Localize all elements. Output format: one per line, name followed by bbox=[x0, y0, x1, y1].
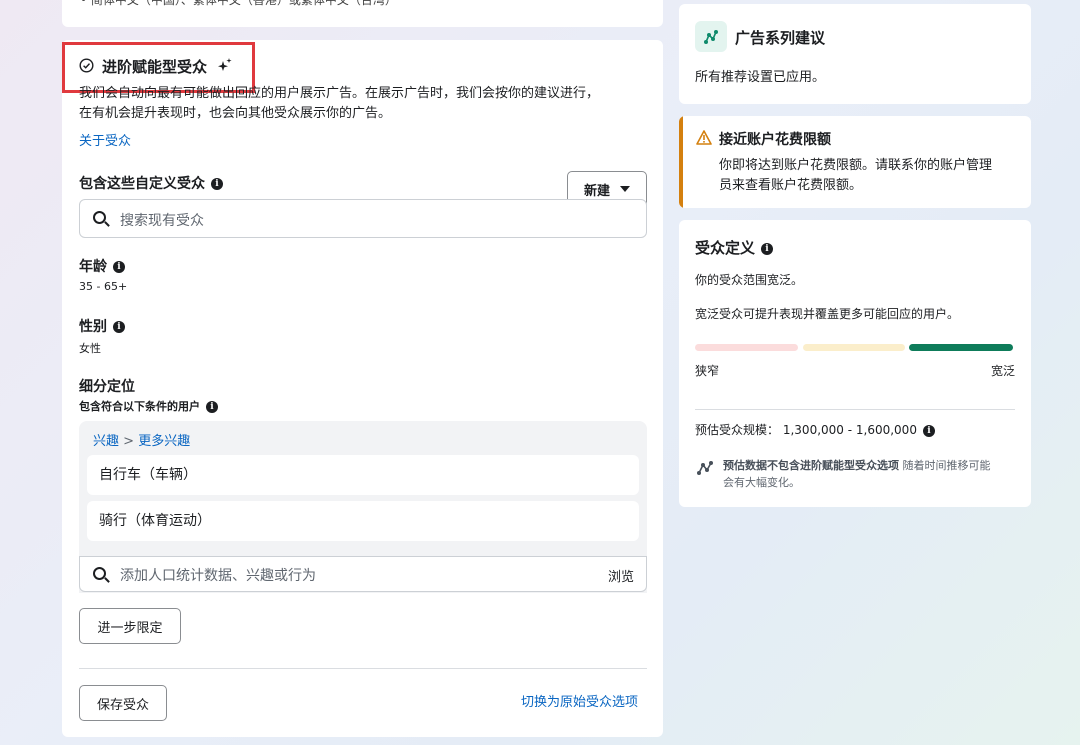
suggestion-body: 所有推荐设置已应用。 bbox=[695, 70, 826, 85]
audience-definition-explanation: 宽泛受众可提升表现并覆盖更多可能回应的用户。 bbox=[695, 307, 960, 321]
suggestion-title: 广告系列建议 bbox=[735, 29, 826, 47]
age-value: 35 - 65+ bbox=[79, 280, 128, 293]
trend-icon bbox=[697, 461, 713, 475]
audience-size-label: 预估受众规模： bbox=[695, 423, 780, 437]
audience-card: 进阶赋能型受众 我们会自动向最有可能做出回应的用户展示广告。在展示广告时，我们会… bbox=[62, 40, 663, 737]
custom-audience-label: 包含这些自定义受众 i bbox=[79, 173, 223, 193]
info-icon[interactable]: i bbox=[206, 401, 218, 413]
scale-broad-label: 宽泛 bbox=[990, 364, 1015, 378]
about-audience-link[interactable]: 关于受众 bbox=[79, 132, 131, 152]
estimate-note-line2: 会有大幅变化。 bbox=[723, 476, 800, 489]
audience-description-1: 我们会自动向最有可能做出回应的用户展示广告。在展示广告时，我们会按你的建议进行， bbox=[79, 86, 600, 101]
divider bbox=[695, 409, 1015, 410]
gender-label: 性别 i bbox=[79, 316, 125, 336]
sparkle-icon bbox=[218, 58, 232, 71]
breadcrumb-more-interests[interactable]: 更多兴趣 bbox=[138, 434, 190, 449]
switch-original-audience-link[interactable]: 切换为原始受众选项 bbox=[521, 693, 638, 713]
audience-size-row: 预估受众规模： 1,300,000 - 1,600,000 i bbox=[695, 420, 935, 440]
caret-down-icon bbox=[620, 186, 630, 192]
trend-icon bbox=[704, 30, 718, 44]
spend-limit-card: 接近账户花费限额 你即将达到账户花费限额。请联系你的账户管理 员来查看账户花费限… bbox=[679, 116, 1031, 208]
age-label-text: 年龄 bbox=[79, 259, 107, 275]
interest-item[interactable]: 骑行（体育运动） bbox=[87, 501, 639, 541]
spend-limit-body-1: 你即将达到账户花费限额。请联系你的账户管理 bbox=[719, 158, 993, 173]
scale-segment-broad bbox=[909, 344, 1013, 351]
audience-definition-title: 受众定义 i bbox=[695, 237, 774, 258]
language-text: • 简体中文（中国）、繁体中文（香港）或繁体中文（台湾） bbox=[80, 0, 397, 7]
audience-search-input[interactable]: 搜索现有受众 bbox=[79, 199, 647, 238]
save-audience-button[interactable]: 保存受众 bbox=[79, 685, 167, 721]
targeting-label: 细分定位 bbox=[79, 379, 135, 395]
breadcrumb: 兴趣 > 更多兴趣 bbox=[93, 430, 190, 449]
add-targeting-placeholder: 添加人口统计数据、兴趣或行为 bbox=[120, 568, 316, 584]
audience-search-placeholder: 搜索现有受众 bbox=[120, 213, 204, 229]
estimate-note-bold: 预估数据不包含进阶赋能型受众选项 bbox=[723, 459, 899, 472]
gender-value: 女性 bbox=[79, 342, 101, 355]
audience-definition-title-text: 受众定义 bbox=[695, 239, 756, 257]
audience-description-2: 在有机会提升表现时，也会向其他受众展示你的广告。 bbox=[79, 106, 392, 121]
campaign-suggestion-card: 广告系列建议 所有推荐设置已应用。 bbox=[679, 4, 1031, 104]
divider bbox=[79, 668, 647, 669]
audience-definition-status: 你的受众范围宽泛。 bbox=[695, 273, 804, 287]
audience-size-value: 1,300,000 - 1,600,000 bbox=[782, 423, 917, 437]
estimate-note: 预估数据不包含进阶赋能型受众选项 随着时间推移可能 会有大幅变化。 bbox=[723, 457, 1023, 491]
language-card: • 简体中文（中国）、繁体中文（香港）或繁体中文（台湾） bbox=[62, 0, 663, 27]
browse-button[interactable]: 浏览 bbox=[608, 566, 634, 585]
warning-accent-bar bbox=[679, 116, 683, 208]
targeting-sub-label: 包含符合以下条件的用户 i bbox=[79, 398, 218, 414]
audience-title: 进阶赋能型受众 bbox=[102, 58, 208, 76]
narrow-further-button[interactable]: 进一步限定 bbox=[79, 608, 181, 644]
breadcrumb-interests[interactable]: 兴趣 bbox=[93, 434, 119, 449]
estimate-note-rest: 随着时间推移可能 bbox=[902, 459, 991, 472]
warning-icon bbox=[696, 130, 712, 145]
audience-definition-card: 受众定义 i 你的受众范围宽泛。 宽泛受众可提升表现并覆盖更多可能回应的用户。 狭… bbox=[679, 220, 1031, 507]
info-icon[interactable]: i bbox=[922, 424, 935, 437]
spend-limit-body-2: 员来查看账户花费限额。 bbox=[719, 178, 863, 193]
search-icon bbox=[93, 211, 106, 224]
gender-label-text: 性别 bbox=[79, 319, 107, 335]
spend-limit-title: 接近账户花费限额 bbox=[719, 132, 831, 148]
scale-segment-narrow bbox=[695, 344, 798, 351]
new-audience-label: 新建 bbox=[583, 183, 610, 199]
age-label: 年龄 i bbox=[79, 256, 125, 276]
suggestion-icon-box bbox=[695, 21, 727, 52]
custom-audience-label-text: 包含这些自定义受众 bbox=[79, 176, 205, 192]
info-icon[interactable]: i bbox=[113, 261, 125, 273]
breadcrumb-separator: > bbox=[123, 434, 135, 449]
search-icon bbox=[93, 567, 106, 580]
info-icon[interactable]: i bbox=[113, 321, 125, 333]
scale-narrow-label: 狭窄 bbox=[695, 364, 720, 378]
check-circle-icon bbox=[79, 58, 94, 73]
info-icon[interactable]: i bbox=[761, 242, 774, 255]
targeting-sub-label-text: 包含符合以下条件的用户 bbox=[79, 400, 200, 413]
info-icon[interactable]: i bbox=[211, 178, 223, 190]
interest-item[interactable]: 自行车（车辆） bbox=[87, 455, 639, 495]
scale-segment-medium bbox=[803, 344, 905, 351]
add-targeting-input[interactable]: 添加人口统计数据、兴趣或行为 浏览 bbox=[79, 556, 647, 592]
